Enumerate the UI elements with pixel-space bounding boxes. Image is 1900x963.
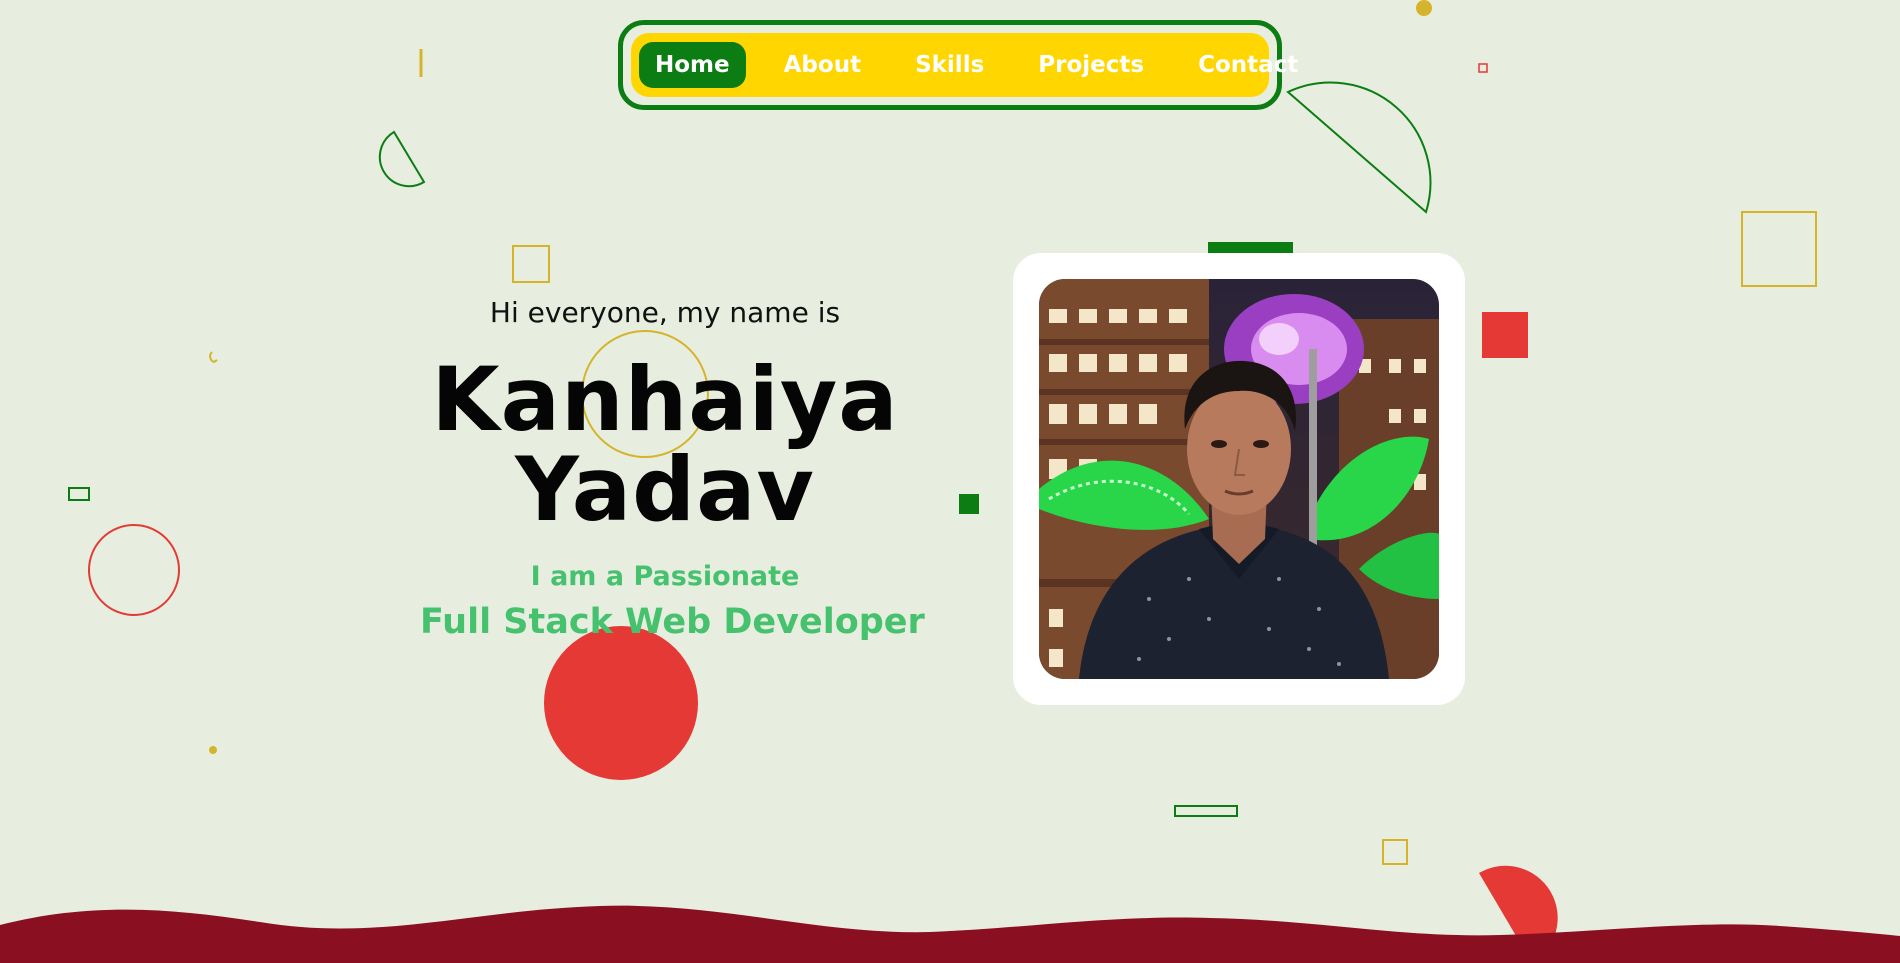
profile-photo: [1039, 279, 1439, 679]
yellow-dot-icon: [209, 746, 217, 754]
nav-item-contact[interactable]: Contact: [1182, 42, 1314, 88]
name-heading: Kanhaiya Yadav: [420, 355, 910, 535]
tagline-intro: I am a Passionate: [530, 561, 800, 592]
nav-item-home[interactable]: Home: [639, 42, 746, 88]
last-name: Yadav: [515, 438, 815, 541]
yellow-square-outline-icon: [1741, 211, 1817, 287]
nav-item-about[interactable]: About: [768, 42, 877, 88]
red-circle-icon: [544, 626, 698, 780]
yellow-square-outline-icon: [1382, 839, 1408, 865]
greeting-text: Hi everyone, my name is: [489, 296, 841, 329]
green-rect-outline-icon: [1174, 805, 1238, 817]
green-half-circle-icon: [378, 130, 426, 188]
red-square-outline-icon: [1478, 63, 1488, 73]
first-name: Kanhaiya: [431, 348, 899, 451]
profile-photo-image: [1039, 279, 1439, 679]
green-square-icon: [959, 494, 979, 514]
profile-card: [1013, 253, 1465, 705]
red-square-icon: [1482, 312, 1528, 358]
hero-section: Hi everyone, my name is Kanhaiya Yadav I…: [420, 296, 925, 642]
bottom-wave: [0, 905, 1900, 963]
nav-item-skills[interactable]: Skills: [899, 42, 1000, 88]
nav-item-projects[interactable]: Projects: [1022, 42, 1160, 88]
green-semicircle-icon: [1286, 81, 1432, 214]
yellow-square-outline-icon: [512, 245, 550, 283]
yellow-arc-icon: [209, 351, 218, 364]
red-circle-outline-icon: [88, 524, 180, 616]
yellow-dot-icon: [1416, 0, 1432, 16]
tagline-role: Full Stack Web Developer: [420, 602, 925, 642]
main-navigation: Home About Skills Projects Contact: [618, 20, 1298, 110]
nav-bar: Home About Skills Projects Contact: [631, 33, 1298, 97]
green-rect-outline-icon: [68, 487, 90, 501]
decorative-shapes: [68, 0, 1817, 963]
page: Home About Skills Projects Contact Hi ev…: [0, 0, 1900, 963]
